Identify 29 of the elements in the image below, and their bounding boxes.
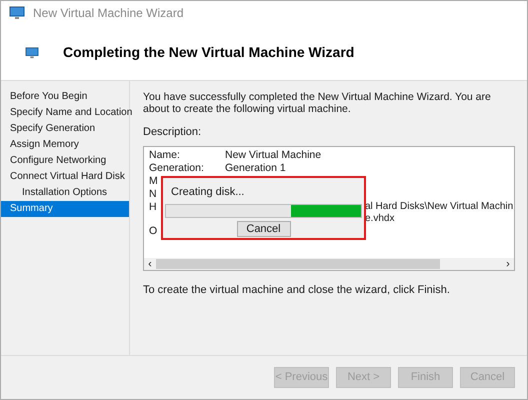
finish-instruction: To create the virtual machine and close the wizard, click Finish. xyxy=(143,282,451,298)
scroll-left-arrow[interactable]: ‹ xyxy=(144,258,156,270)
property-name: M xyxy=(149,174,158,188)
intro-text: You have successfully completed the New Virtual Machine Wizard. You are about to create the following virtual machine. xyxy=(143,91,492,115)
sidebar-item[interactable]: Assign Memory xyxy=(1,137,129,153)
progress-marquee xyxy=(291,205,361,217)
horizontal-scrollbar[interactable]: ‹ › xyxy=(144,258,514,270)
property-name: O xyxy=(149,224,158,238)
description-label: Description: xyxy=(143,125,202,140)
property-name: H xyxy=(149,200,157,214)
sidebar-item[interactable]: Summary xyxy=(1,201,129,217)
property-name: N xyxy=(149,188,157,200)
sidebar-item[interactable]: Specify Generation xyxy=(1,121,129,137)
progress-message: Creating disk... xyxy=(171,184,246,200)
scroll-right-arrow[interactable]: › xyxy=(502,258,514,270)
monitor-icon xyxy=(9,6,25,20)
property-name: Generation: xyxy=(149,162,204,174)
monitor-icon xyxy=(25,46,39,58)
property-value: Generation 1 xyxy=(225,162,286,174)
sidebar-item[interactable]: Installation Options xyxy=(1,185,129,201)
sidebar-item[interactable]: Connect Virtual Hard Disk xyxy=(1,169,129,185)
window-title: New Virtual Machine Wizard xyxy=(33,5,184,22)
sidebar-item[interactable]: Configure Networking xyxy=(1,153,129,169)
sidebar-item[interactable]: Before You Begin xyxy=(1,89,129,105)
property-name: Name: xyxy=(149,148,180,162)
page-heading: Completing the New Virtual Machine Wizard xyxy=(63,43,354,62)
property-value: New Virtual Machine xyxy=(225,148,322,162)
cancel-button[interactable]: Cancel xyxy=(236,221,290,237)
scrollbar-thumb[interactable] xyxy=(156,258,440,268)
